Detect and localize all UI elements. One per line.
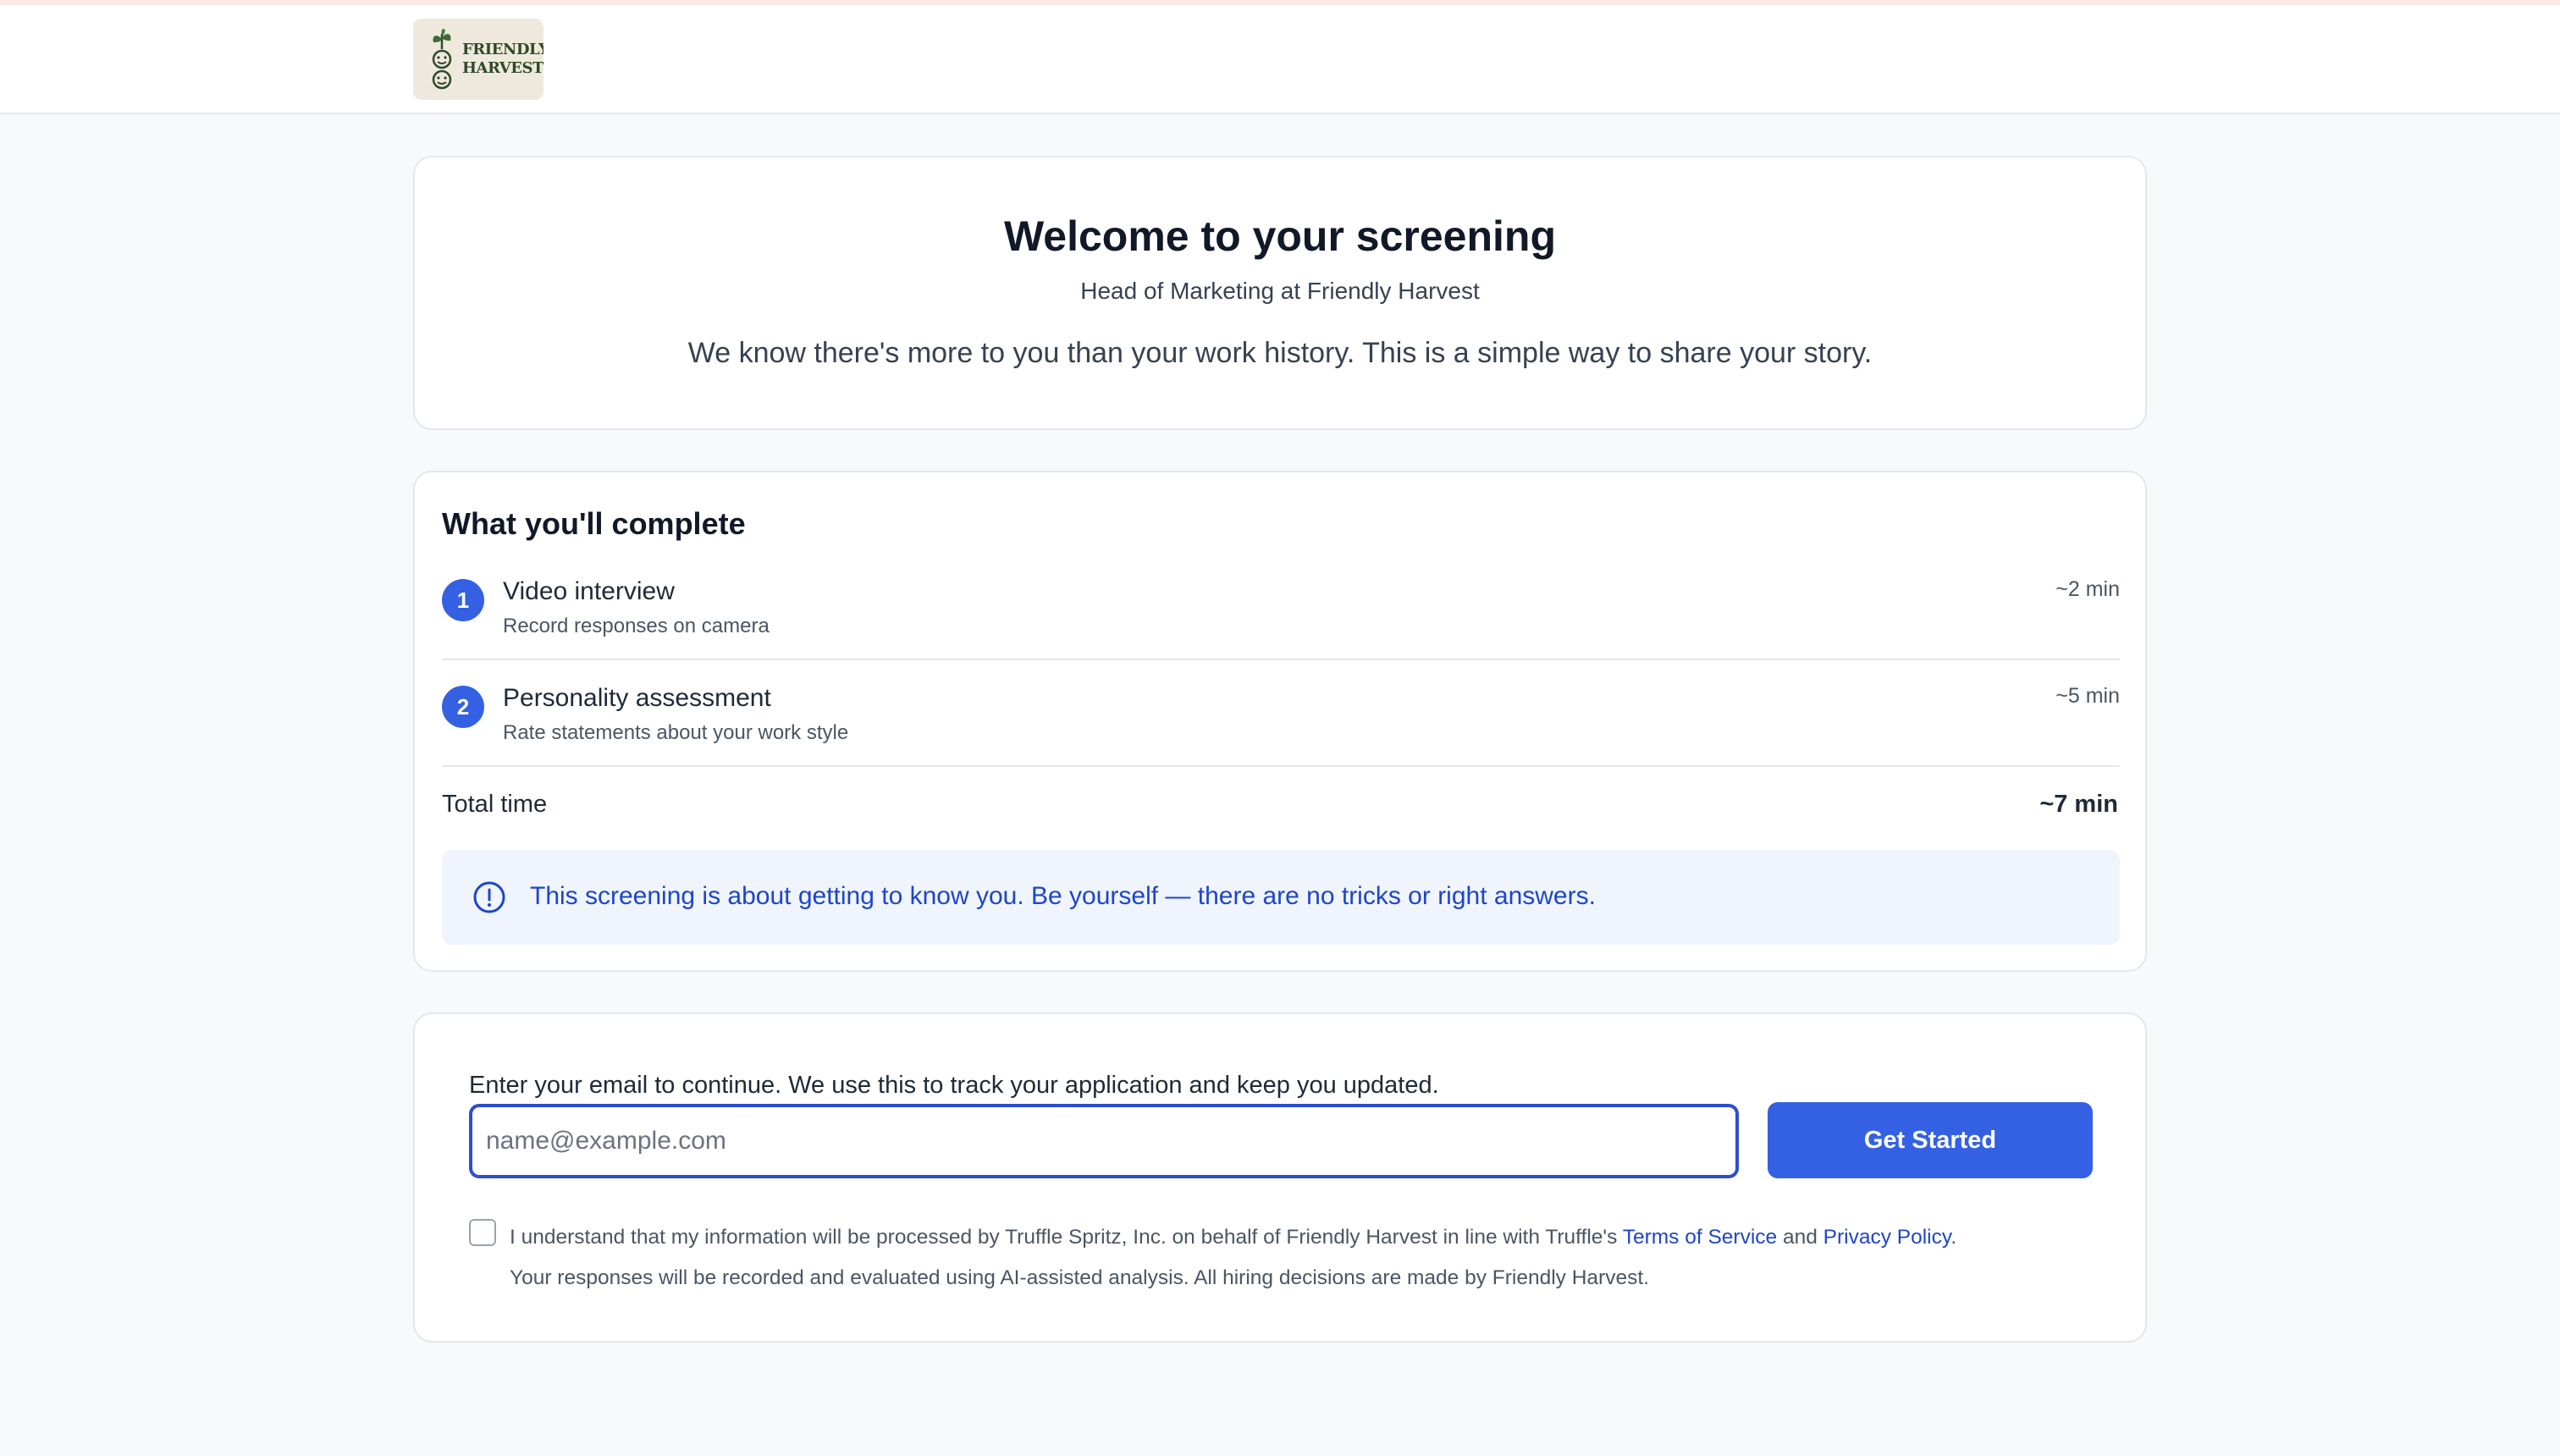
consent-checkbox[interactable] [469,1219,496,1246]
step-name: Video interview [503,577,675,605]
consent-and: and [1777,1226,1823,1249]
step-number-badge: 1 [442,579,484,621]
steps-card: What you'll complete 1 Video interview R… [413,471,2147,972]
get-started-button[interactable]: Get Started [1768,1102,2093,1178]
consent-period: . [1950,1226,1957,1249]
total-time-value: ~7 min [2039,791,2118,818]
divider [442,765,2120,767]
notice-text: This screening is about getting to know … [530,882,1596,910]
page-title: Welcome to your screening [1003,212,1557,260]
consent-line1: I understand that my information will be… [510,1217,2118,1258]
step-name: Personality assessment [503,684,771,712]
privacy-policy-link[interactable]: Privacy Policy [1823,1226,1951,1249]
step-item: 1 Video interview Record responses on ca… [442,572,2120,657]
info-circle-icon [473,881,505,913]
step-number-badge: 2 [442,686,484,728]
company-logo[interactable]: FRIENDLY HARVEST [413,19,543,100]
site-header: FRIENDLY HARVEST [0,5,2560,114]
step-item: 2 Personality assessment Rate statements… [442,679,2120,764]
welcome-description: We know there's more to you than your wo… [687,337,1873,369]
info-notice: This screening is about getting to know … [442,850,2120,945]
divider [442,659,2120,660]
sprout-mascot-icon [432,29,452,90]
consent-prefix: I understand that my information will be… [510,1226,1623,1249]
logo-wordmark: FRIENDLY HARVEST [462,41,543,78]
step-time: ~2 min [2055,577,2120,601]
job-subtitle: Head of Marketing at Friendly Harvest [1080,278,1480,304]
email-card: Enter your email to continue. We use thi… [413,1012,2147,1343]
email-input[interactable] [469,1104,1739,1178]
consent-line2: Your responses will be recorded and eval… [510,1266,1649,1289]
total-time-label: Total time [442,791,548,818]
logo-text-line2: HARVEST [462,59,543,77]
step-time: ~5 min [2055,684,2120,708]
steps-title: What you'll complete [442,506,746,541]
step-description: Rate statements about your work style [503,721,849,744]
terms-of-service-link[interactable]: Terms of Service [1623,1226,1777,1249]
logo-text-line1: FRIENDLY [462,41,543,58]
consent-text: I understand that my information will be… [510,1217,2118,1299]
email-label: Enter your email to continue. We use thi… [469,1072,1439,1099]
step-description: Record responses on camera [503,615,770,637]
welcome-card: Welcome to your screening Head of Market… [413,156,2147,430]
